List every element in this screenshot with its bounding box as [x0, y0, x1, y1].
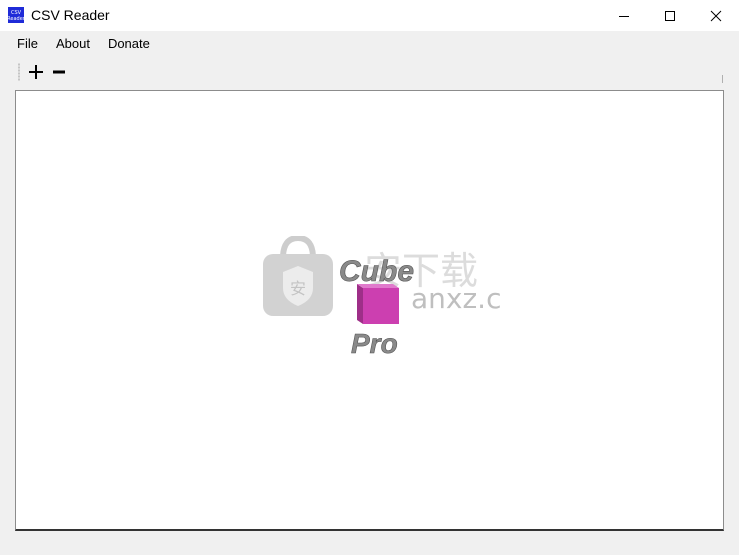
menu-file[interactable]: File [8, 34, 47, 54]
watermark-pro-text: Pro [351, 328, 398, 359]
toolbar [0, 57, 739, 87]
data-grid[interactable]: 安 安下载 Cube anxz.com Pro [15, 90, 724, 531]
shield-char: 安 [290, 279, 306, 298]
cube-icon [357, 284, 399, 324]
window-title: CSV Reader [31, 7, 110, 23]
maximize-button[interactable] [647, 0, 693, 31]
toolbar-grip[interactable] [18, 63, 20, 81]
menu-donate[interactable]: Donate [99, 34, 159, 54]
watermark-site-text: anxz.com [411, 282, 501, 315]
app-icon-text-line2: Reader [7, 15, 25, 22]
menu-about[interactable]: About [47, 34, 99, 54]
close-icon [710, 10, 722, 21]
minus-icon [53, 70, 65, 74]
watermark: 安 安下载 Cube anxz.com Pro [263, 236, 501, 359]
minimize-button[interactable] [601, 0, 647, 31]
app-icon: CSV Reader [7, 7, 25, 23]
close-button[interactable] [693, 0, 739, 31]
plus-icon [29, 65, 43, 79]
menu-bar: File About Donate [0, 31, 739, 57]
menu-list: File About Donate [8, 34, 159, 54]
shield-bag-icon: 安 [263, 236, 333, 316]
title-bar: CSV Reader CSV Reader [0, 0, 739, 31]
maximize-icon [665, 10, 675, 21]
toolbar-overflow [722, 75, 723, 83]
minimize-icon [619, 15, 629, 17]
remove-button[interactable] [49, 61, 69, 83]
watermark-cube-text: Cube [339, 255, 414, 288]
add-button[interactable] [26, 61, 46, 83]
